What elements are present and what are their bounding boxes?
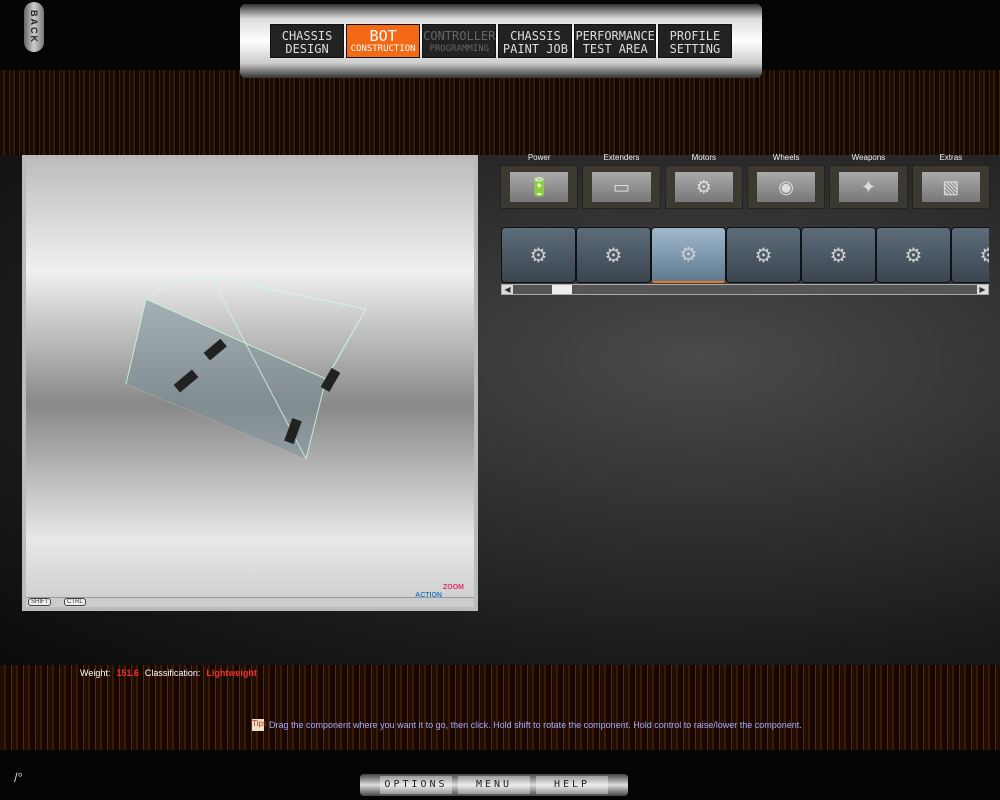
weight-value: 151.6	[116, 668, 139, 678]
parts-scrollbar[interactable]: ◀ ▶	[501, 284, 989, 295]
category-wheels[interactable]: Wheels ◉	[746, 153, 826, 209]
tab-line1: PROFILE	[669, 28, 721, 43]
category-bar: Power 🔋 Extenders ▭ Motors ⚙ Wheels ◉ Weapons ✦ Ex…	[500, 153, 990, 209]
zoom-label: ZOOM	[443, 584, 464, 591]
motor-part-icon: ⚙	[979, 244, 989, 267]
tab-line2: TEST AREA	[582, 41, 648, 56]
tab-line2: DESIGN	[285, 41, 329, 56]
category-power[interactable]: Power 🔋	[500, 153, 579, 209]
part-item[interactable]: ⚙	[876, 227, 951, 283]
top-nav: CHASSIS DESIGN BOT CONSTRUCTION CONTROLLER PR…	[240, 4, 762, 78]
part-item[interactable]: ⚙	[951, 227, 989, 283]
options-button[interactable]: OPTIONS	[380, 776, 452, 794]
tab-chassis-design[interactable]: CHASSIS DESIGN	[270, 24, 345, 58]
weapon-icon: ✦	[839, 172, 898, 202]
motor-part-icon: ⚙	[754, 244, 773, 267]
motor-part-icon: ⚙	[529, 244, 548, 267]
category-label: Motors	[691, 153, 717, 162]
category-label: Extras	[939, 153, 963, 162]
battery-icon: 🔋	[510, 172, 569, 202]
bot-stats: Weight: 151.6 Classification: Lightweight	[80, 668, 263, 678]
motor-part-icon: ⚙	[679, 244, 698, 266]
corner-glyph: /°	[14, 770, 23, 785]
extender-bar-icon: ▭	[592, 172, 651, 202]
part-item[interactable]: ⚙	[726, 227, 801, 283]
part-item[interactable]: ⚙	[651, 227, 726, 283]
tab-line1: BOT	[369, 26, 397, 45]
parts-carousel: ⚙ ⚙ ⚙ ⚙ ⚙ ⚙ ⚙	[501, 227, 989, 283]
motor-part-icon: ⚙	[604, 244, 623, 267]
tips-icon: Tips	[252, 719, 267, 731]
part-item[interactable]: ⚙	[501, 227, 576, 283]
tab-line2: SETTING	[669, 41, 721, 56]
scroll-right-arrow-icon[interactable]: ▶	[977, 285, 988, 294]
motor-icon: ⚙	[674, 172, 733, 202]
tab-performance-test-area[interactable]: PERFORMANCE TEST AREA	[574, 24, 656, 58]
tip-text: Drag the component where you want it to …	[269, 720, 802, 730]
help-button[interactable]: HELP	[536, 776, 608, 794]
category-weapons[interactable]: Weapons ✦	[829, 153, 908, 209]
tab-line1: CHASSIS	[510, 28, 561, 43]
tab-line2: CONSTRUCTION	[350, 43, 416, 54]
category-extras[interactable]: Extras ▧	[911, 153, 990, 209]
menu-button[interactable]: MENU	[458, 776, 530, 794]
scroll-left-arrow-icon[interactable]: ◀	[502, 285, 513, 294]
category-label: Power	[527, 153, 551, 162]
tab-line1: CONTROLLER	[423, 28, 496, 43]
tab-profile-setting[interactable]: PROFILE SETTING	[657, 24, 732, 58]
tab-line1: PERFORMANCE	[575, 28, 655, 43]
tab-controller-programming[interactable]: CONTROLLER PROGRAMMING	[422, 24, 497, 58]
top-decor-band	[0, 70, 1000, 155]
category-motors[interactable]: Motors ⚙	[664, 153, 743, 209]
viewport-controls-bar: SHIFT CTRL	[26, 597, 474, 607]
part-item[interactable]: ⚙	[801, 227, 876, 283]
motor-part-icon: ⚙	[904, 244, 923, 267]
tip-bar: Tips Drag the component where you want i…	[252, 719, 802, 731]
part-item[interactable]: ⚙	[576, 227, 651, 283]
scroll-thumb[interactable]	[552, 285, 572, 294]
tab-line1: CHASSIS	[281, 28, 333, 43]
shift-key-hint: SHIFT	[28, 598, 52, 606]
wheel-icon: ◉	[756, 172, 816, 202]
category-extenders[interactable]: Extenders ▭	[582, 153, 661, 209]
bottom-nav: OPTIONS MENU HELP	[360, 774, 628, 796]
back-button[interactable]: BACK	[24, 2, 44, 52]
3d-viewport[interactable]: SHIFT CTRL ACTION ZOOM	[22, 155, 478, 611]
tab-line2: PAINT JOB	[502, 41, 568, 56]
ctrl-key-hint: CTRL	[64, 598, 86, 606]
chassis-wireframe	[125, 276, 367, 460]
weight-label: Weight:	[80, 668, 111, 678]
classification-label: Classification:	[144, 668, 201, 678]
category-label: Wheels	[772, 153, 800, 162]
tab-line2: PROGRAMMING	[429, 43, 490, 54]
tab-chassis-paint-job[interactable]: CHASSIS PAINT JOB	[498, 24, 573, 58]
motor-part-icon: ⚙	[829, 244, 848, 267]
category-label: Weapons	[851, 153, 886, 162]
category-label: Extenders	[603, 153, 640, 162]
action-label: ACTION	[415, 592, 442, 599]
tab-bot-construction[interactable]: BOT CONSTRUCTION	[346, 24, 421, 58]
extras-icon: ▧	[921, 172, 980, 202]
classification-value: Lightweight	[206, 668, 257, 678]
